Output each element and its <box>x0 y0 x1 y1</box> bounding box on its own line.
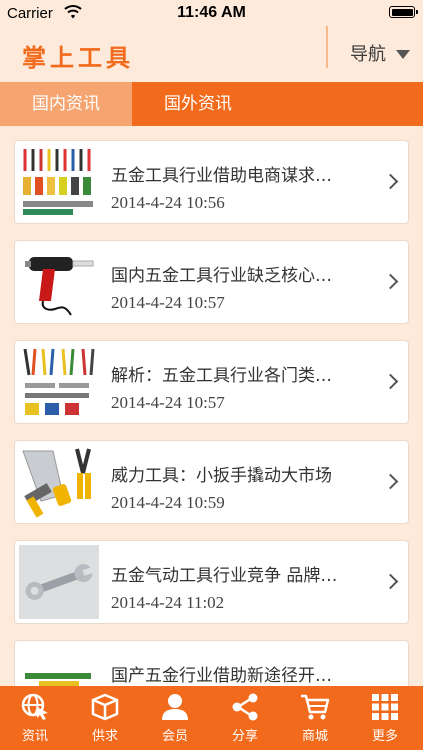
chevron-right-icon <box>382 373 399 390</box>
bottom-tabbar: 资讯 供求 会员 分享 商城 更多 <box>0 686 423 750</box>
share-icon <box>232 693 258 721</box>
tabbar-label: 会员 <box>161 729 188 744</box>
tabbar-item-member[interactable]: 会员 <box>140 686 210 750</box>
news-item[interactable]: 五金气动工具行业竞争 品牌… 2014-4-24 11:02 <box>14 540 409 624</box>
grid-icon <box>372 694 398 720</box>
chevron-right-icon <box>382 573 399 590</box>
tabbar-label: 资讯 <box>21 729 48 744</box>
news-title: 国内五金工具行业缺乏核心… <box>111 266 332 286</box>
tabbar-label: 更多 <box>371 729 398 744</box>
news-item[interactable]: 威力工具：小扳手撬动大市场 2014-4-24 10:59 <box>14 440 409 524</box>
tabbar-item-more[interactable]: 更多 <box>350 686 420 750</box>
category-tabs: 国内资讯 国外资讯 <box>0 82 423 126</box>
user-icon <box>162 694 188 720</box>
news-title: 威力工具：小扳手撬动大市场 <box>111 466 332 486</box>
news-item[interactable]: 解析：五金工具行业各门类… 2014-4-24 10:57 <box>14 340 409 424</box>
news-time: 2014-4-24 10:59 <box>111 493 225 512</box>
status-bar: Carrier 11:46 AM <box>0 0 423 26</box>
saw-hammer-pliers-icon <box>19 445 99 519</box>
tabbar-item-share[interactable]: 分享 <box>210 686 280 750</box>
news-time: 2014-4-24 10:57 <box>111 293 225 312</box>
news-list: 五金工具行业借助电商谋求… 2014-4-24 10:56 国内五金工具行业缺乏… <box>0 126 423 686</box>
chevron-right-icon <box>382 273 399 290</box>
tools-icon <box>19 645 99 686</box>
tabbar-label: 商城 <box>301 729 328 744</box>
chevron-right-icon <box>382 473 399 490</box>
nav-label: 导航 <box>350 44 386 65</box>
box-icon <box>91 693 119 721</box>
header-divider <box>326 26 328 68</box>
tool-set-icon <box>19 345 99 419</box>
globe-cursor-icon <box>21 693 48 720</box>
tools-assortment-icon <box>19 145 99 219</box>
tabbar-item-supply[interactable]: 供求 <box>70 686 140 750</box>
battery-icon <box>389 6 418 18</box>
news-title: 五金工具行业借助电商谋求… <box>111 166 332 186</box>
tabbar-label: 分享 <box>231 729 258 744</box>
news-title: 国产五金行业借助新途径开… <box>111 666 332 686</box>
app-title: 掌上工具 <box>22 44 134 72</box>
news-title: 解析：五金工具行业各门类… <box>111 366 332 386</box>
news-time: 2014-4-24 11:02 <box>111 593 225 612</box>
cart-icon <box>301 694 330 720</box>
wrench-icon <box>19 545 99 619</box>
tabbar-label: 供求 <box>91 729 118 744</box>
caret-down-icon <box>396 49 410 59</box>
news-title: 五金气动工具行业竞争 品牌… <box>111 566 338 586</box>
tab-foreign-news[interactable]: 国外资讯 <box>132 82 264 126</box>
news-item[interactable]: 国产五金行业借助新途径开… <box>14 640 409 686</box>
news-time: 2014-4-24 10:57 <box>111 393 225 412</box>
nav-dropdown[interactable]: 导航 <box>350 40 410 66</box>
glue-gun-icon <box>19 245 99 319</box>
app-header: 掌上工具 导航 <box>0 26 423 82</box>
tab-domestic-news[interactable]: 国内资讯 <box>0 82 132 126</box>
clock: 11:46 AM <box>177 4 246 21</box>
chevron-right-icon <box>382 173 399 190</box>
news-item[interactable]: 国内五金工具行业缺乏核心… 2014-4-24 10:57 <box>14 240 409 324</box>
tabbar-item-news[interactable]: 资讯 <box>0 686 70 750</box>
tabbar-item-mall[interactable]: 商城 <box>280 686 350 750</box>
news-item[interactable]: 五金工具行业借助电商谋求… 2014-4-24 10:56 <box>14 140 409 224</box>
news-time: 2014-4-24 10:56 <box>111 193 225 212</box>
